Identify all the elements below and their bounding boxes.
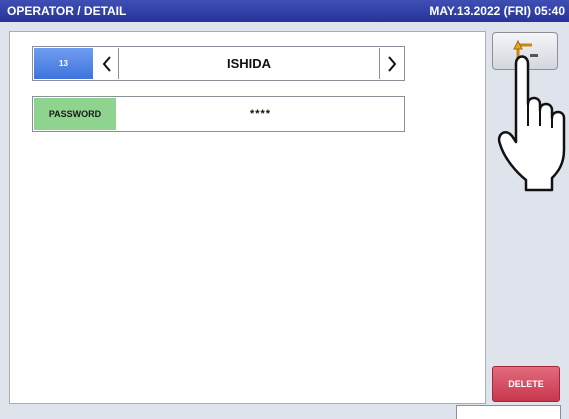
delete-button[interactable]: DELETE [492,366,560,402]
next-operator-button[interactable] [379,48,403,79]
operator-nav-row: 13 ISHIDA [32,46,405,81]
back-button[interactable] [492,32,558,70]
previous-operator-button[interactable] [95,48,119,79]
title-bar: OPERATOR / DETAIL MAY.13.2022 (FRI) 05:4… [0,0,569,22]
operator-code: 13 [34,48,93,79]
password-label: PASSWORD [34,98,116,130]
datetime-display: MAY.13.2022 (FRI) 05:40 [429,4,565,18]
password-field[interactable]: **** [117,97,404,131]
detail-panel: 13 ISHIDA PASSWORD **** [9,31,486,404]
operator-name: ISHIDA [226,56,272,71]
return-arrow-icon [513,39,538,58]
password-row: PASSWORD **** [32,96,405,132]
chevron-right-icon [387,55,396,72]
page-title: OPERATOR / DETAIL [7,4,127,18]
bottom-tab[interactable] [456,405,561,419]
chevron-left-icon [102,55,111,72]
